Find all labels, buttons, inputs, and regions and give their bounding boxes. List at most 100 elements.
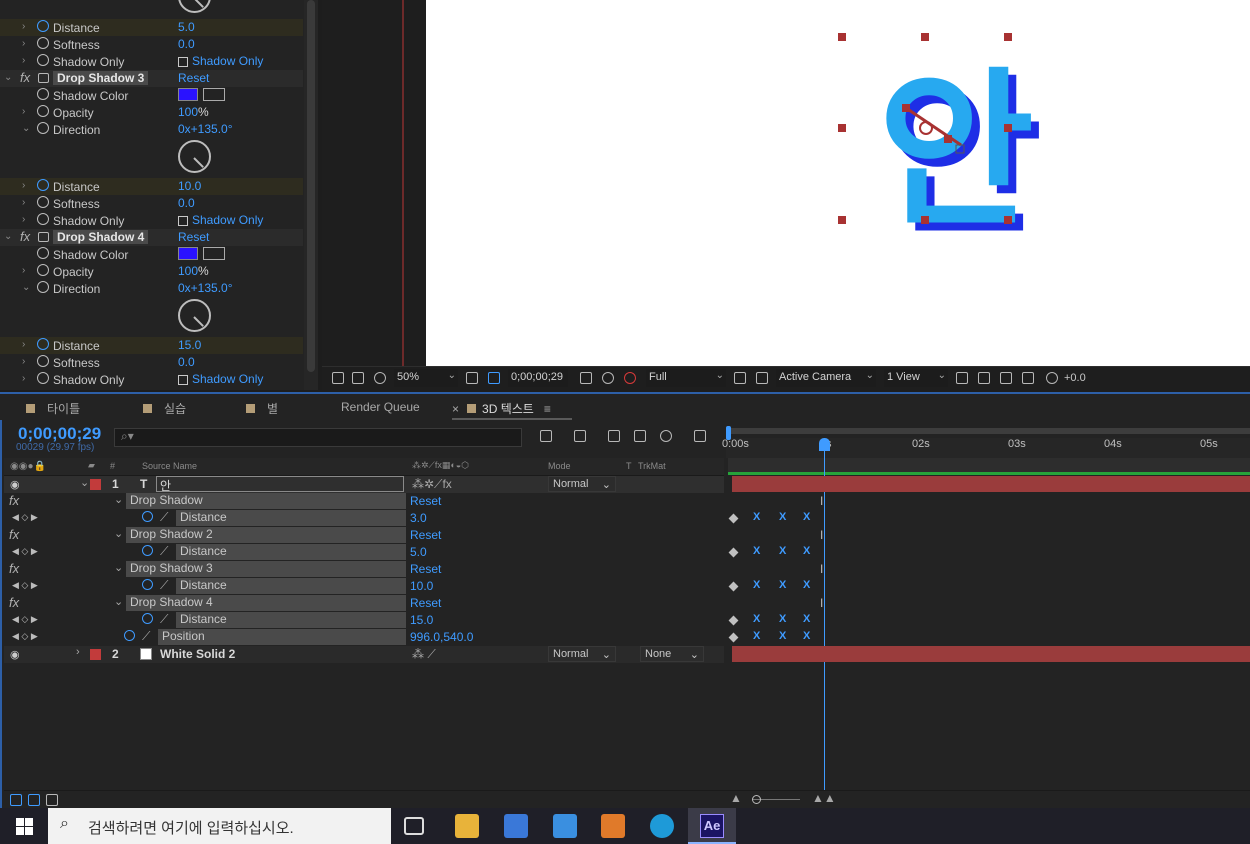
channels-icon[interactable] (624, 372, 636, 384)
param-value[interactable]: 100% (178, 105, 209, 119)
reset-link[interactable]: Reset (178, 230, 209, 244)
label-color-swatch[interactable] (90, 479, 101, 490)
layer-name-field[interactable]: 안 (156, 476, 404, 493)
zoom-slider-thumb[interactable] (752, 795, 761, 804)
property-value[interactable]: 15.0 (410, 613, 433, 627)
stopwatch-icon[interactable] (142, 545, 153, 556)
bbox-handle-bl[interactable] (838, 216, 846, 224)
panel-scrollbar[interactable] (304, 0, 318, 390)
keyframe-easy-ease[interactable]: X (803, 613, 810, 625)
expand-arrow-icon[interactable]: › (22, 339, 25, 350)
composition-viewer[interactable]: 안 안 (322, 0, 1250, 366)
property-row[interactable]: ◀ ◇ ▶ ⟋ Distance 15.0 (4, 612, 724, 629)
frame-blending-icon[interactable] (634, 430, 646, 442)
taskbar-search-input[interactable]: ⌕ 검색하려면 여기에 입력하십시오. (48, 808, 391, 844)
keyframe-easy-ease[interactable]: X (803, 511, 810, 523)
reset-link[interactable]: Reset (410, 528, 441, 542)
tab-star[interactable]: 별 (246, 400, 278, 417)
region-of-interest-icon[interactable] (488, 372, 500, 384)
mail-icon[interactable] (553, 814, 577, 838)
property-value[interactable]: 10.0 (410, 579, 433, 593)
graph-icon[interactable]: ⟋ (160, 510, 168, 525)
checkbox-icon[interactable] (178, 374, 188, 385)
camera-dropdown[interactable]: Active Camera ⌄ (776, 369, 876, 387)
edge-browser-icon[interactable] (650, 814, 674, 838)
col-source-name[interactable]: Source Name (142, 461, 197, 471)
keyframe-navigator-icon[interactable]: ◀ ◇ ▶ (12, 580, 38, 591)
eyedropper-icon[interactable] (203, 88, 225, 101)
effect-row[interactable]: fx ⌄ Drop Shadow 3 Reset (4, 561, 724, 578)
motion-point[interactable] (902, 104, 910, 112)
file-explorer-icon[interactable] (455, 814, 479, 838)
keyframe-easy-ease[interactable]: X (753, 613, 760, 625)
effect-name[interactable]: Drop Shadow 2 (126, 527, 406, 543)
graph-editor-icon[interactable] (694, 430, 706, 442)
task-view-icon[interactable] (404, 817, 424, 835)
shy-layers-icon[interactable] (608, 430, 620, 442)
work-area-start-handle[interactable] (726, 426, 731, 440)
mask-icon[interactable] (374, 372, 386, 384)
stopwatch-icon[interactable] (37, 338, 49, 350)
layer-switches-icon[interactable]: ⁂ ⟋ (412, 647, 436, 662)
fx-icon[interactable]: fx (9, 527, 19, 542)
keyframe-easy-ease[interactable]: X (803, 545, 810, 557)
expand-arrow-icon[interactable]: › (22, 55, 25, 66)
effect-header-drop-shadow-4[interactable]: ⌄ fx Drop Shadow 4 Reset (0, 229, 303, 246)
stopwatch-icon[interactable] (142, 613, 153, 624)
effect-header-drop-shadow-3[interactable]: ⌄ fx Drop Shadow 3 Reset (0, 70, 303, 87)
zoom-out-icon[interactable]: ▲ (730, 791, 742, 805)
zoom-dropdown[interactable]: 50% ⌄ (394, 369, 458, 387)
time-ruler[interactable]: 0:00s 02s 03s 04s 05s s (722, 438, 1250, 458)
store-icon[interactable] (504, 814, 528, 838)
param-value[interactable]: 0.0 (178, 355, 195, 369)
color-swatch[interactable] (178, 247, 198, 260)
bbox-handle-mr[interactable] (1004, 124, 1012, 132)
expand-arrow-icon[interactable]: › (22, 38, 25, 49)
current-time[interactable]: 0;00;00;29 (18, 424, 101, 444)
param-value[interactable]: 100% (178, 264, 209, 278)
draft-3d-icon[interactable] (574, 430, 586, 442)
keyframe-diamond[interactable] (728, 513, 739, 524)
track-matte-dropdown[interactable]: None ⌄ (640, 646, 704, 662)
effect-row[interactable]: fx ⌄ Drop Shadow 4 Reset (4, 595, 724, 612)
eye-icon[interactable]: ◉ (10, 478, 20, 491)
stopwatch-icon[interactable] (37, 179, 49, 191)
comp-mini-flowchart-icon[interactable] (540, 430, 552, 442)
keyframe-diamond[interactable] (728, 547, 739, 558)
graph-icon[interactable]: ⟋ (160, 578, 168, 593)
reset-exposure-icon[interactable] (1046, 372, 1058, 384)
param-value[interactable]: 0x+135.0° (178, 281, 233, 295)
view-layout-dropdown[interactable]: 1 View ⌄ (884, 369, 948, 387)
bbox-handle-ml[interactable] (838, 124, 846, 132)
expand-arrow-icon[interactable]: › (22, 197, 25, 208)
keyframe-easy-ease[interactable]: X (779, 511, 786, 523)
fx-icon[interactable]: fx (9, 595, 19, 610)
collapse-arrow-icon[interactable]: ⌄ (80, 476, 89, 489)
camera-icon[interactable] (580, 372, 592, 384)
keyframe-diamond[interactable] (728, 615, 739, 626)
graph-icon[interactable]: ⟋ (160, 544, 168, 559)
motion-blur-icon[interactable] (660, 430, 672, 442)
stopwatch-icon[interactable] (124, 630, 135, 641)
tab-title[interactable]: 타이틀 (26, 400, 80, 417)
property-value[interactable]: 996.0,540.0 (410, 630, 473, 644)
collapse-arrow-icon[interactable]: ⌄ (22, 282, 30, 293)
exposure-value[interactable]: +0.0 (1064, 372, 1086, 384)
fx-icon[interactable]: fx (9, 493, 19, 508)
collapse-arrow-icon[interactable]: ⌄ (4, 72, 12, 83)
after-effects-taskbar-button[interactable]: Ae (688, 808, 736, 844)
monitor-icon[interactable] (352, 372, 364, 384)
direction-dial-partial[interactable] (178, 0, 211, 13)
expand-arrow-icon[interactable]: › (76, 646, 80, 658)
fx-icon[interactable]: fx (20, 229, 30, 244)
collapse-arrow-icon[interactable]: ⌄ (4, 231, 12, 242)
scrollbar-thumb[interactable] (307, 0, 315, 372)
flowchart-icon[interactable] (1022, 372, 1034, 384)
fast-previews-icon[interactable] (734, 372, 746, 384)
stopwatch-icon[interactable] (37, 264, 49, 276)
text-layer-render[interactable]: 안 안 (426, 0, 1250, 366)
layer-switches-icon[interactable]: ⁂✲⟋fx (412, 477, 452, 492)
layer-row[interactable]: ◉ › 2 White Solid 2 ⁂ ⟋ Normal ⌄ None ⌄ (4, 646, 724, 663)
reset-link[interactable]: Reset (178, 71, 209, 85)
keyframe-navigator-icon[interactable]: ◀ ◇ ▶ (12, 546, 38, 557)
